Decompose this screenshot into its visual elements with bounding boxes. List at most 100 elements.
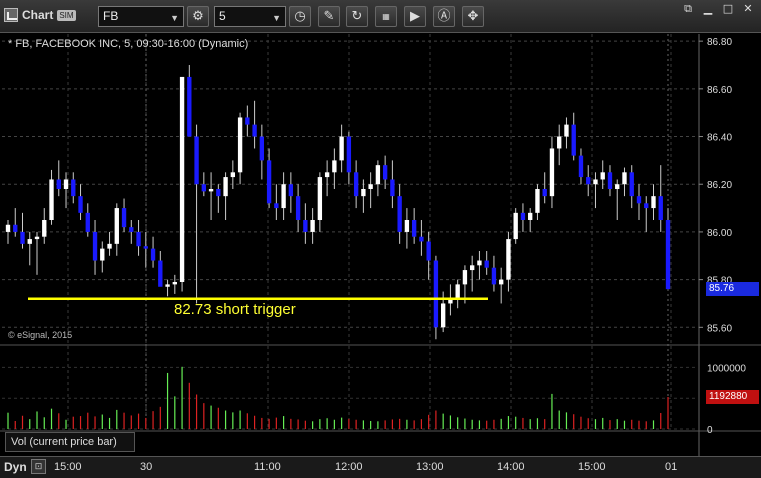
copyright-text: © eSignal, 2015	[8, 330, 73, 340]
candle-body	[230, 172, 236, 178]
candle-body	[455, 284, 460, 299]
candle-body	[615, 184, 620, 189]
candle-body	[636, 196, 642, 204]
time-axis-bar: Dyn ⊡ 15:00 30 11:00 12:00 13:00 14:00 15:00 01	[0, 456, 761, 478]
candle-body	[361, 189, 366, 197]
tools-button[interactable]: ✥	[462, 6, 484, 27]
candle-body	[397, 196, 402, 232]
candle-body	[564, 124, 569, 137]
get-button[interactable]: ▦	[375, 6, 397, 27]
lock-icon[interactable]: ⊡	[31, 459, 46, 474]
candle-body	[491, 267, 497, 285]
price-tick-label: 86.00	[707, 228, 732, 239]
candle-body	[440, 303, 446, 328]
candle-body	[665, 220, 671, 290]
candle-body	[63, 179, 69, 189]
candle-body	[13, 224, 18, 232]
candle-body	[71, 179, 76, 197]
candle-body	[499, 279, 504, 285]
candle-body	[426, 241, 431, 261]
candle-body	[622, 172, 627, 185]
time-tick-label: 14:00	[497, 461, 525, 473]
candle-body	[194, 136, 199, 185]
candle-body	[303, 220, 308, 232]
candle-body	[136, 231, 141, 247]
candle-body	[266, 160, 272, 204]
candle-body	[42, 220, 47, 237]
volume-tick-label: 1000000	[707, 363, 746, 374]
candle-body	[259, 136, 265, 161]
candle-body	[542, 189, 547, 197]
symbol-link-button[interactable]: ⚙	[187, 6, 209, 27]
candle-body	[114, 208, 119, 244]
dynamic-mode-label[interactable]: Dyn	[4, 460, 27, 474]
interval-input[interactable]: 5 ▼	[214, 6, 286, 27]
candle-body	[121, 208, 127, 228]
candle-body	[158, 260, 163, 287]
cycle-icon: ⚙	[192, 9, 204, 24]
interval-clock-button[interactable]: ◷	[289, 6, 311, 27]
window-titlebar: Chart SIM FB ▼ ⚙ 5 ▼ ◷ ✎ ↻ ▦ ▶ Ⓐ ✥ ⧉ ▁ □…	[0, 0, 761, 33]
candle-body	[49, 179, 54, 220]
candle-body	[520, 212, 526, 220]
chevron-down-icon[interactable]: ▼	[272, 9, 281, 28]
alert-icon: Ⓐ	[437, 9, 451, 24]
pencil-icon: ✎	[323, 9, 335, 24]
play-icon: ▶	[410, 9, 420, 24]
candle-body	[100, 248, 105, 261]
candle-body	[288, 184, 294, 197]
symbol-value: FB	[103, 9, 119, 23]
candle-body	[78, 196, 83, 213]
candle-body	[310, 220, 315, 232]
play-button[interactable]: ▶	[404, 6, 426, 27]
last-price-badge: 85.76	[706, 282, 759, 297]
candle-body	[324, 172, 330, 178]
minimize-icon[interactable]: ▁	[698, 3, 718, 15]
maximize-icon[interactable]: □	[718, 3, 738, 15]
chart-pane[interactable]: 86.80 86.60 86.40 86.20 86.00 85.80 85.60 10000…	[0, 34, 761, 456]
candle-body	[578, 155, 584, 178]
time-tick-label: 15:00	[54, 461, 82, 473]
chart-app-icon	[4, 8, 18, 22]
chart-canvas[interactable]: 86.8086.6086.4086.2086.0085.8085.6010000…	[0, 34, 761, 456]
candle-body	[332, 160, 337, 173]
time-tick-label: 15:00	[578, 461, 606, 473]
candle-body	[528, 212, 533, 220]
candle-body	[513, 212, 518, 240]
last-volume-badge: 1192880	[706, 389, 759, 404]
price-tick-label: 85.60	[707, 323, 732, 334]
price-tick-label: 86.40	[707, 133, 732, 144]
candle-body	[172, 282, 177, 285]
chart-title: * FB, FACEBOOK INC, 5, 09:30-16:00 (Dyna…	[8, 38, 249, 50]
candle-body	[571, 124, 576, 156]
candle-body	[223, 177, 228, 197]
candle-body	[317, 177, 323, 220]
candle-body	[208, 189, 214, 192]
candle-body	[237, 117, 243, 173]
candle-body	[477, 260, 482, 266]
chevron-down-icon[interactable]: ▼	[170, 9, 179, 28]
candle-body	[346, 136, 352, 173]
refresh-button[interactable]: ↻	[346, 6, 368, 27]
candle-body	[651, 196, 656, 209]
candle-body	[5, 224, 11, 232]
candle-body	[404, 220, 410, 232]
symbol-input[interactable]: FB ▼	[98, 6, 184, 27]
volume-study-label[interactable]: Vol (current price bar)	[5, 432, 135, 452]
candle-body	[20, 231, 25, 244]
candle-body	[644, 203, 649, 209]
candle-body	[368, 184, 373, 189]
link-icon[interactable]: ⧉	[678, 3, 698, 15]
trigger-annotation[interactable]: 82.73 short trigger	[174, 301, 296, 318]
alert-button[interactable]: Ⓐ	[433, 6, 455, 27]
candle-body	[143, 246, 148, 249]
candle-body	[557, 136, 562, 149]
time-tick-label: 11:00	[254, 461, 281, 473]
price-tick-label: 86.20	[707, 180, 732, 191]
time-tick-label: 13:00	[416, 461, 444, 473]
interval-value: 5	[219, 9, 226, 23]
draw-tool-button[interactable]: ✎	[318, 6, 340, 27]
candle-body	[252, 124, 257, 137]
candle-body	[281, 184, 286, 209]
close-icon[interactable]: ✕	[738, 3, 758, 15]
